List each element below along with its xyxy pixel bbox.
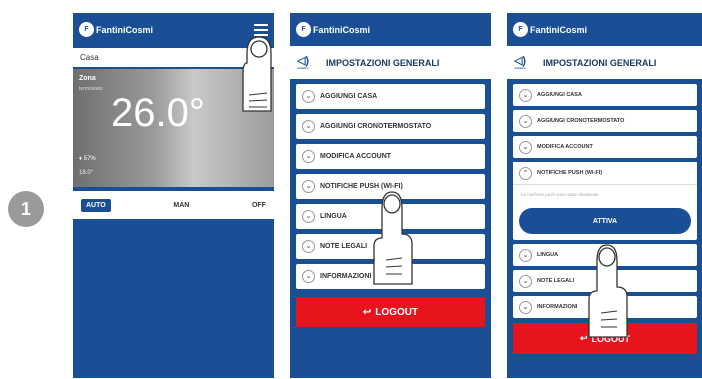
- chevron-down-icon: ⌄: [302, 120, 315, 133]
- setpoint-value: 18.0°: [79, 170, 94, 176]
- menu-item-label: LINGUA: [537, 252, 559, 258]
- tap-hand-icon: [242, 36, 272, 112]
- settings-header: ◁) indietro IMPOSTAZIONI GENERALI: [507, 46, 702, 79]
- brand-logo: F FantiniCosmi: [79, 22, 153, 37]
- droplet-icon: ♦: [79, 156, 83, 162]
- phone-screen-settings-expanded: F FantiniCosmi ◁) indietro IMPOSTAZIONI …: [507, 13, 702, 378]
- mode-selector: AUTO MAN OFF: [73, 191, 274, 219]
- menu-item-label: AGGIUNGI CRONOTERMOSTATO: [320, 123, 432, 130]
- page-title: IMPOSTAZIONI GENERALI: [543, 57, 657, 68]
- back-arrow-icon: ◁): [513, 54, 527, 67]
- chevron-down-icon: ⌄: [519, 274, 532, 288]
- current-temperature: 26.0°: [111, 91, 205, 135]
- chevron-up-icon: ⌃: [519, 166, 532, 180]
- menu-item-label: NOTE LEGALI: [537, 278, 574, 284]
- push-status-text: Le notifiche push sono state disattivate: [521, 192, 599, 197]
- back-label: indietro: [514, 65, 526, 70]
- back-arrow-icon: ◁): [296, 54, 310, 67]
- menu-item-label: INFORMAZIONI: [320, 273, 372, 280]
- brand-logo: F FantiniCosmi: [513, 22, 587, 37]
- chevron-down-icon: ⌄: [519, 300, 532, 314]
- chevron-down-icon: ⌄: [302, 180, 315, 193]
- menu-item-aggiungi-casa[interactable]: ⌄ AGGIUNGI CASA: [513, 84, 697, 106]
- menu-item-label: NOTE LEGALI: [320, 243, 368, 250]
- top-bar: F FantiniCosmi: [290, 13, 491, 46]
- chevron-down-icon: ⌄: [519, 248, 532, 262]
- brand-logo: F FantiniCosmi: [296, 22, 370, 37]
- menu-item-label: AGGIUNGI CASA: [537, 92, 582, 98]
- chevron-down-icon: ⌄: [302, 90, 315, 103]
- zone-name: Zona: [79, 75, 96, 82]
- tap-hand-icon: [373, 191, 413, 285]
- menu-item-notifiche-push[interactable]: ⌃ NOTIFICHE PUSH (WI-FI): [513, 162, 697, 185]
- phone-screen-home: F FantiniCosmi Casa Zona termostato 26.0…: [73, 13, 274, 378]
- settings-header: ◁) indietro IMPOSTAZIONI GENERALI: [290, 46, 491, 79]
- menu-item-label: AGGIUNGI CRONOTERMOSTATO: [537, 118, 625, 124]
- menu-item-modifica-account[interactable]: ⌄ MODIFICA ACCOUNT: [296, 144, 485, 169]
- zone-subtitle: termostato: [79, 86, 103, 92]
- mode-off-button[interactable]: OFF: [252, 202, 266, 209]
- logo-icon: F: [296, 22, 311, 37]
- chevron-down-icon: ⌄: [302, 210, 315, 223]
- menu-item-modifica-account[interactable]: ⌄ MODIFICA ACCOUNT: [513, 136, 697, 158]
- logo-icon: F: [79, 22, 94, 37]
- menu-item-label: INFORMAZIONI: [537, 304, 578, 310]
- logout-label: LOGOUT: [375, 306, 419, 318]
- humidity-reading: ♦ 57%: [79, 156, 96, 162]
- chevron-down-icon: ⌄: [519, 88, 532, 102]
- brand-name: FantiniCosmi: [96, 24, 154, 35]
- humidity-value: 57%: [83, 156, 96, 162]
- menu-item-label: LINGUA: [320, 213, 347, 220]
- chevron-down-icon: ⌄: [302, 150, 315, 163]
- logo-icon: F: [513, 22, 528, 37]
- logout-arrow-icon: ↩: [362, 306, 372, 318]
- back-label: indietro: [297, 65, 309, 70]
- chevron-down-icon: ⌄: [302, 240, 315, 253]
- tap-hand-icon: [588, 244, 628, 338]
- chevron-down-icon: ⌄: [519, 140, 532, 154]
- menu-item-label: NOTIFICHE PUSH (WI-FI): [537, 170, 603, 176]
- step-number-badge: 1: [8, 191, 44, 227]
- phone-screen-settings: F FantiniCosmi ◁) indietro IMPOSTAZIONI …: [290, 13, 491, 378]
- menu-item-label: MODIFICA ACCOUNT: [320, 153, 392, 160]
- menu-item-aggiungi-casa[interactable]: ⌄ AGGIUNGI CASA: [296, 84, 485, 109]
- notifiche-push-panel: ⌃ NOTIFICHE PUSH (WI-FI) Le notifiche pus…: [513, 162, 697, 240]
- chevron-down-icon: ⌄: [302, 270, 315, 283]
- page-title: IMPOSTAZIONI GENERALI: [326, 57, 440, 68]
- mode-man-button[interactable]: MAN: [173, 202, 189, 209]
- back-button[interactable]: ◁) indietro: [507, 54, 533, 70]
- menu-item-aggiungi-cronotermostato[interactable]: ⌄ AGGIUNGI CRONOTERMOSTATO: [513, 110, 697, 132]
- attiva-button[interactable]: ATTIVA: [519, 208, 691, 234]
- logout-button[interactable]: ↩ LOGOUT: [296, 297, 485, 327]
- chevron-down-icon: ⌄: [519, 114, 532, 128]
- brand-name: FantiniCosmi: [313, 24, 371, 35]
- back-button[interactable]: ◁) indietro: [290, 54, 316, 70]
- menu-item-label: AGGIUNGI CASA: [320, 93, 378, 100]
- top-bar: F FantiniCosmi: [507, 13, 702, 46]
- brand-name: FantiniCosmi: [530, 24, 588, 35]
- menu-item-label: MODIFICA ACCOUNT: [537, 144, 593, 150]
- mode-auto-button[interactable]: AUTO: [81, 198, 111, 212]
- menu-item-aggiungi-cronotermostato[interactable]: ⌄ AGGIUNGI CRONOTERMOSTATO: [296, 114, 485, 139]
